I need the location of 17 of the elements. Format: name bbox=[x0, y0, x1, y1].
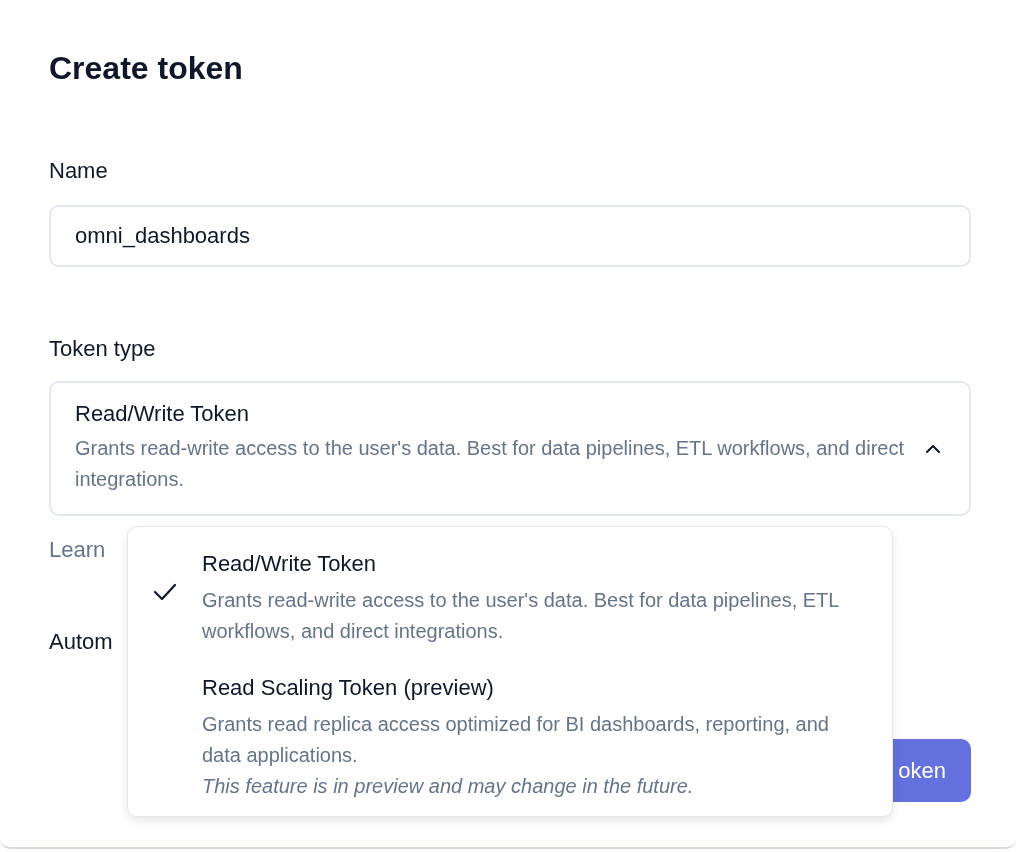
option-title: Read/Write Token bbox=[202, 550, 378, 578]
check-icon bbox=[153, 583, 177, 601]
option-note: This feature is in preview and may change in the future. bbox=[202, 774, 695, 799]
option-title: Read Scaling Token (preview) bbox=[202, 674, 495, 702]
token-type-select[interactable]: Read/Write Token Grants read-write access to the user's data. Best for data pipelines, ETL workflows, and direct integrations. bbox=[49, 381, 971, 516]
dropdown-option[interactable]: Read/Write Token Grants read-write access to the user's data. Best for data pipelines, ETL workflows, and direct integrations. bbox=[128, 549, 852, 647]
name-input[interactable]: omni_dashboards bbox=[49, 205, 971, 267]
selected-value: Read/Write Token bbox=[75, 400, 251, 428]
field-label: Name bbox=[49, 159, 108, 183]
option-description: Grants read-write access to the user's data. Best for data pipelines, ETL workflows, and direct integrations. bbox=[202, 588, 840, 644]
dialog-title: Create token bbox=[49, 49, 244, 88]
learn-text: Learn bbox=[49, 536, 106, 564]
option-description: Grants read replica access optimized for BI dashboards, reporting, and data applications. bbox=[202, 712, 830, 768]
option-description: Grants read-write access to the user's data. Best for data pipelines, ETL workflows, and direct integrations. bbox=[75, 436, 905, 492]
field-label: Token type bbox=[49, 337, 156, 361]
dropdown-option[interactable]: Read Scaling Token (preview) Grants read replica access optimized for BI dashboards, reporting, and data applications. This feature is in preview and may change in the future. bbox=[128, 673, 852, 802]
field-label: Autom bbox=[49, 630, 113, 654]
